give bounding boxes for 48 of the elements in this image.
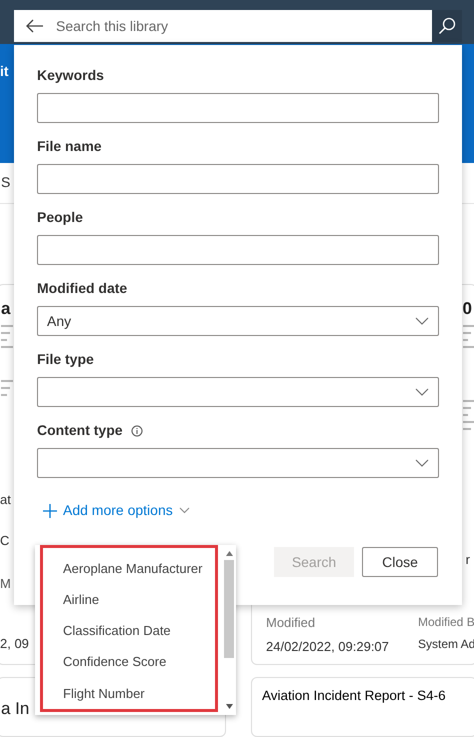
add-more-options-button[interactable]: Add more options xyxy=(43,500,190,521)
card-text: a xyxy=(1,298,10,320)
menu-item[interactable]: Confidence Score xyxy=(63,646,215,678)
close-button[interactable]: Close xyxy=(362,547,438,577)
search-field[interactable]: Search this library xyxy=(14,10,432,42)
field-label: File type xyxy=(37,350,94,369)
menu-item[interactable]: Classification Date xyxy=(63,615,215,647)
modified-by-label: Modified B xyxy=(418,614,474,632)
card-text: 0 xyxy=(462,298,472,320)
chevron-down-icon xyxy=(178,507,190,514)
field-label: People xyxy=(37,208,83,227)
field-label: File name xyxy=(37,137,102,156)
back-arrow-icon xyxy=(26,19,44,33)
modified-value: 24/02/2022, 09:29:07 xyxy=(266,638,390,656)
plus-icon xyxy=(43,504,57,518)
input-field[interactable] xyxy=(37,164,439,194)
search-icon xyxy=(438,17,456,35)
view-text: S xyxy=(0,173,10,192)
scroll-up-icon xyxy=(226,551,232,556)
menu-item[interactable]: Flight Number xyxy=(63,678,215,710)
field-label: Keywords xyxy=(37,66,104,85)
search-button[interactable] xyxy=(432,10,462,42)
field-label: Modified date xyxy=(37,279,128,298)
chevron-down-icon xyxy=(415,317,429,325)
menu-item[interactable]: Aeroplane Manufacturer xyxy=(63,553,215,584)
card-text: a In xyxy=(1,698,30,720)
dropdown-field[interactable] xyxy=(37,377,439,407)
card-title: Aviation Incident Report - S4-6 xyxy=(261,687,447,706)
dropdown-field[interactable]: Any xyxy=(37,306,439,336)
input-field[interactable] xyxy=(37,93,439,123)
command-text: it xyxy=(0,64,9,78)
card-text: at xyxy=(0,491,11,509)
card-text: r xyxy=(466,551,470,569)
text-lines-drawing xyxy=(1,380,13,396)
card-text: M xyxy=(0,575,11,593)
card-text: C xyxy=(0,532,10,550)
chevron-down-icon xyxy=(415,388,429,396)
text-lines-drawing xyxy=(463,325,474,348)
field-label: Content type xyxy=(37,421,123,440)
input-field[interactable] xyxy=(37,235,439,265)
text-lines-drawing xyxy=(463,400,474,430)
menu-item[interactable]: Airline xyxy=(63,584,215,616)
card-text: 2, 09 xyxy=(0,635,29,653)
modified-label: Modified xyxy=(266,614,316,632)
text-lines-drawing xyxy=(1,325,13,348)
scroll-down-icon xyxy=(226,704,232,709)
dropdown-field[interactable] xyxy=(37,448,439,478)
chevron-down-icon xyxy=(415,459,429,467)
